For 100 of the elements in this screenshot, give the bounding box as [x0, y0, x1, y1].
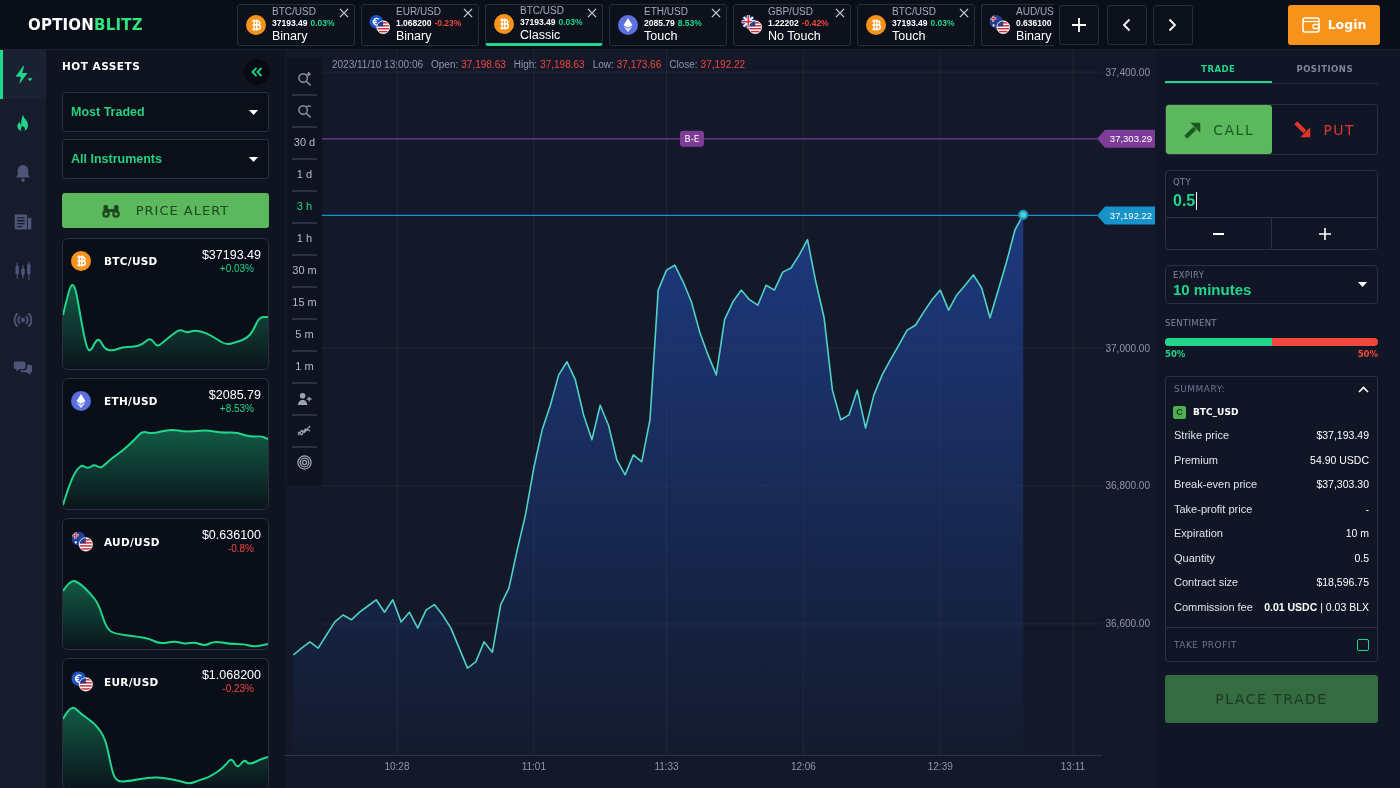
- summary-label: Strike price: [1174, 429, 1230, 442]
- field-label: EXPIRY: [1173, 270, 1205, 281]
- asset-name: BTC/USD: [104, 255, 158, 267]
- y-axis-label: 37,000.00: [1105, 342, 1150, 354]
- close-icon[interactable]: [711, 7, 721, 18]
- close-icon[interactable]: [463, 7, 473, 18]
- line-label: B-E: [680, 130, 704, 147]
- asset-tab[interactable]: BTC/USD 37193.49 0.03% Touch: [857, 3, 975, 46]
- double-chevron-left-icon: [251, 67, 263, 77]
- x-axis-label: 13:11: [1060, 761, 1086, 772]
- sidebar-tab[interactable]: [0, 50, 46, 99]
- tab-type: Touch: [644, 28, 679, 44]
- asset-tab[interactable]: ETH/USD 2085.79 8.53% Touch: [609, 3, 727, 46]
- summary-value: $37,193.49: [1316, 429, 1369, 442]
- tab-price: 2085.79: [644, 17, 675, 29]
- logo: OPTIONBLITZ: [27, 15, 144, 34]
- plus-icon: [1070, 16, 1087, 33]
- zoom-out-icon[interactable]: [297, 102, 312, 118]
- asset-change: -0.23%: [222, 682, 254, 696]
- panel-tab[interactable]: TRADE: [1165, 50, 1272, 83]
- put-button[interactable]: PUT: [1271, 105, 1377, 154]
- ohlc-value: 37,173.66: [616, 59, 662, 70]
- tab-change: -0.23%: [434, 17, 462, 29]
- asset-tab[interactable]: BTC/USD 37193.49 0.03% Binary: [237, 3, 355, 46]
- close-icon[interactable]: [959, 7, 969, 18]
- filter-dropdown[interactable]: All Instruments: [62, 139, 269, 179]
- tab-price: 37193.49: [272, 17, 308, 29]
- asset-tab[interactable]: AUD/US 0.636100 Binary: [981, 3, 1054, 46]
- asset-card[interactable]: EUR/USD $1.068200 -0.23%: [62, 658, 269, 788]
- summary-value: $37,303.30: [1316, 478, 1369, 491]
- expiry-dropdown[interactable]: EXPIRY 10 minutes: [1165, 265, 1378, 304]
- caret-down-icon: [1358, 282, 1367, 287]
- ethereum-icon: [71, 391, 91, 411]
- summary-value: 54.90 USDC: [1310, 453, 1369, 466]
- tab-pair: BTC/USD: [520, 4, 565, 17]
- close-icon[interactable]: [339, 7, 349, 18]
- bitcoin-icon: [71, 251, 91, 271]
- asset-card[interactable]: BTC/USD $37193.49 +0.03%: [62, 238, 269, 370]
- close-icon[interactable]: [835, 7, 845, 18]
- asset-tab[interactable]: GBP/USD 1.22202 -0.42% No Touch: [733, 3, 851, 46]
- zoom-in-icon[interactable]: [297, 70, 312, 86]
- close-icon[interactable]: [587, 7, 597, 18]
- flag-pair-icon: [71, 671, 94, 692]
- price-tag: 37,192.22: [1097, 206, 1155, 225]
- tab-type: Binary: [396, 28, 433, 44]
- chevron-up-icon[interactable]: [1358, 385, 1369, 393]
- call-share: 50%: [1165, 349, 1186, 360]
- collapse-button[interactable]: [244, 59, 270, 85]
- asset-change: -0.8%: [227, 542, 254, 556]
- summary-value: -: [1365, 502, 1369, 515]
- target-icon[interactable]: [297, 454, 312, 470]
- chevron-left-icon: [1122, 17, 1132, 32]
- previous-button[interactable]: [1106, 4, 1147, 45]
- tab-pair: BTC/USD: [892, 5, 937, 18]
- add-tab-button[interactable]: [1058, 4, 1099, 45]
- tab-price: 37193.49: [892, 17, 928, 29]
- checkbox[interactable]: [1357, 638, 1369, 651]
- tab-change: -0.42%: [801, 17, 829, 29]
- y-axis-label: 37,400.00: [1105, 66, 1150, 78]
- y-axis-label: 36,800.00: [1105, 480, 1150, 492]
- section-label: SENTIMENT: [1165, 318, 1217, 329]
- summary-label: Contract size: [1174, 576, 1239, 589]
- type-badge: C: [1173, 405, 1186, 419]
- person-plus-icon[interactable]: [297, 390, 312, 406]
- ohlc-label: High:: [513, 59, 538, 70]
- asset-card[interactable]: AUD/USD $0.636100 -0.8%: [62, 518, 269, 650]
- asset-name: ETH/USD: [104, 395, 158, 407]
- tab-pair: EUR/USD: [396, 5, 442, 18]
- asset-name: AUD/USD: [104, 535, 160, 548]
- put-share: 50%: [1357, 349, 1378, 360]
- plus-icon: [1318, 227, 1331, 240]
- minus-icon: [1213, 232, 1224, 235]
- ref-line-label: B-E: [684, 134, 700, 145]
- asset-tab[interactable]: EUR/USD 1.068200 -0.23% Binary: [361, 3, 479, 46]
- panel-title: HOT ASSETS: [62, 60, 141, 72]
- tab-pair: BTC/USD: [272, 5, 317, 18]
- chart-timestamp: 2023/11/10 13:00:06: [332, 58, 423, 72]
- chevron-right-icon: [1168, 17, 1178, 32]
- summary-label: Commission fee: [1174, 600, 1253, 613]
- next-button[interactable]: [1152, 4, 1193, 45]
- x-axis-label: 10:28: [384, 761, 410, 772]
- tab-price: 1.068200: [396, 17, 432, 29]
- summary-value: 0.01 USDC | 0.03 BLX: [1264, 600, 1369, 613]
- caret-down-icon: [249, 156, 258, 162]
- asset-price: $1.068200: [201, 668, 261, 682]
- tab-type: Binary: [1016, 28, 1053, 44]
- tab-type: No Touch: [768, 28, 822, 44]
- tab-pair: ETH/USD: [644, 5, 689, 18]
- summary-value: $18,596.75: [1316, 576, 1369, 589]
- asset-card[interactable]: ETH/USD $2085.79 +8.53%: [62, 378, 269, 510]
- tab-pair: AUD/US: [1016, 5, 1054, 18]
- ohlc-value: 37,192.22: [700, 59, 746, 70]
- tab-change: 0.03%: [310, 17, 335, 29]
- sort-dropdown[interactable]: Most Traded: [62, 92, 269, 132]
- wallet-icon: [1301, 16, 1320, 33]
- tab-change: 8.53%: [677, 17, 702, 29]
- x-axis-label: 11:01: [521, 761, 546, 772]
- panel-tab[interactable]: POSITIONS: [1271, 50, 1378, 83]
- asset-tab[interactable]: BTC/USD 37193.49 0.03% Classic: [485, 3, 603, 46]
- price-alert-button[interactable]: PRICE ALERT: [62, 193, 269, 228]
